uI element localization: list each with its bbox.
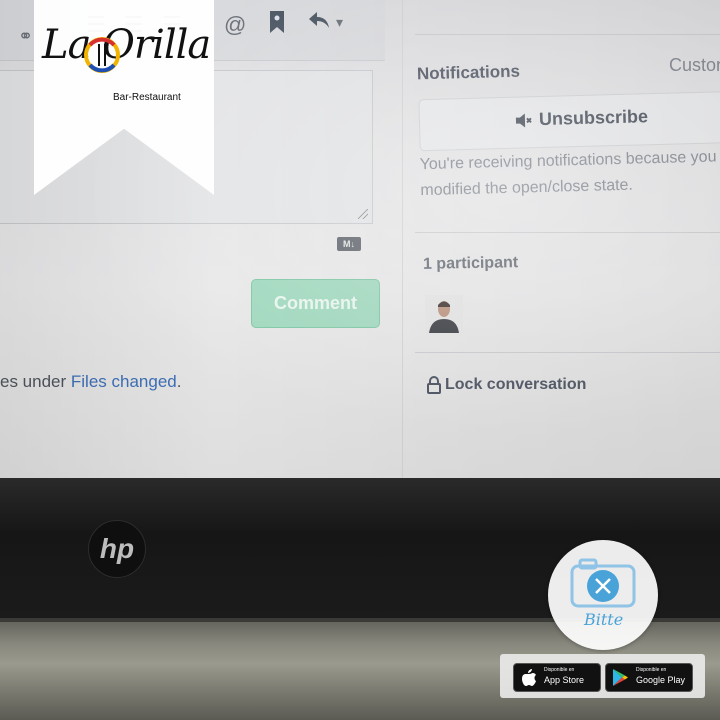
chevron-down-icon[interactable]: ▾ (336, 14, 343, 31)
participant-avatar[interactable] (425, 295, 463, 333)
google-play-button[interactable]: Disponible en Google Play (605, 663, 693, 692)
camera-icon (570, 558, 636, 608)
lock-conversation-link[interactable]: Lock conversation (427, 376, 586, 394)
customize-link[interactable]: Custon (669, 55, 720, 76)
store-small-label: Disponible en (544, 667, 575, 673)
unsubscribe-button[interactable]: Unsubscribe (418, 90, 720, 152)
link-icon[interactable]: ⚭ (18, 26, 33, 47)
app-store-button[interactable]: Disponible en App Store (513, 663, 601, 692)
sidebar-separator (415, 352, 720, 353)
brand-subtitle: Bar-Restaurant (113, 92, 181, 103)
apple-icon (522, 669, 536, 686)
sidebar-separator (415, 34, 720, 35)
brand-logo-text: La Orilla (42, 22, 211, 68)
markdown-icon: M↓ (337, 237, 361, 251)
bitte-label: Bitte (584, 610, 624, 629)
resize-handle[interactable] (358, 209, 368, 219)
play-icon (613, 669, 628, 686)
mute-icon (515, 111, 533, 129)
footer-prefix: es under (0, 372, 71, 391)
reply-icon[interactable] (308, 10, 330, 36)
brand-emblem-icon (84, 37, 120, 73)
lock-icon (427, 376, 441, 394)
mention-icon[interactable]: @ (224, 12, 246, 38)
files-changed-note: es under Files changed. (0, 372, 181, 392)
sidebar-divider (402, 0, 403, 478)
bookmark-icon[interactable] (268, 10, 286, 40)
store-small-label: Disponible en (636, 667, 667, 673)
footer-suffix: . (176, 372, 182, 391)
store-big-label: Google Play (636, 675, 686, 685)
store-big-label: App Store (544, 675, 585, 685)
notifications-heading: Notifications (416, 61, 521, 84)
bitte-badge[interactable] (548, 540, 658, 650)
lock-label: Lock conversation (445, 376, 587, 394)
sidebar-separator (415, 232, 720, 233)
files-changed-link[interactable]: Files changed (71, 372, 177, 391)
hp-logo: hp (88, 520, 146, 578)
comment-button[interactable]: Comment (251, 279, 380, 328)
unsubscribe-inner: Unsubscribe (515, 106, 649, 130)
unsubscribe-label: Unsubscribe (538, 106, 649, 130)
participants-heading: 1 participant (422, 254, 519, 273)
notification-reason: You're receiving notifications because y… (419, 148, 717, 200)
